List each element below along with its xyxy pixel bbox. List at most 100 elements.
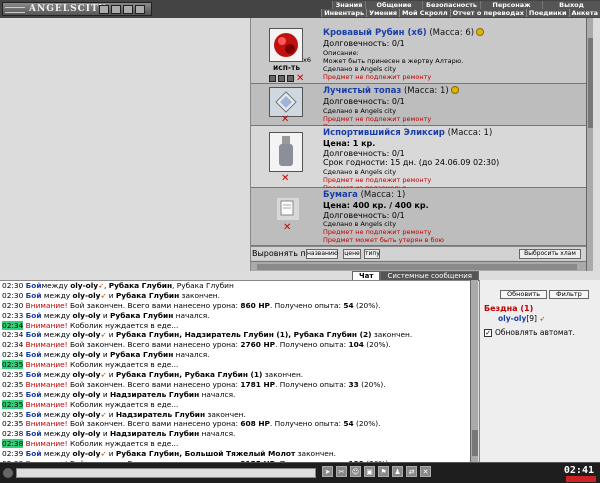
chat-highlight[interactable]: 54 [343,419,353,428]
scrollbar-thumb[interactable] [472,430,478,456]
chat-timestamp[interactable]: 02:35 [2,360,24,370]
scrollbar-thumb[interactable] [257,264,577,270]
filter-button[interactable]: Фильтр [549,290,589,299]
chat-timestamp[interactable]: 02:30 [2,281,23,290]
clear-icon[interactable]: ✂ [336,466,347,477]
submenu-duels[interactable]: Поединки [525,9,569,17]
filter-icon[interactable]: ⚑ [378,466,389,477]
chat-timestamp[interactable]: 02:33 [2,311,23,320]
chat-timestamp[interactable]: 02:35 [2,399,24,409]
menu-communication[interactable]: Общение [365,1,422,9]
delete-icon[interactable]: ✕ [283,222,291,233]
chat-highlight[interactable]: Рубака Глубин, Надзиратель Глубин (1), Р… [116,330,372,339]
chat-timestamp[interactable]: 02:34 [2,340,23,349]
sort-by-name-button[interactable]: названию [306,249,338,259]
player-name[interactable]: oly-oly [498,314,526,323]
delete-icon[interactable]: ✕ [281,173,289,184]
item-name[interactable]: Бумага [323,190,358,200]
chat-highlight[interactable]: Рубака Глубин [110,311,173,320]
chat-highlight[interactable]: Рубака Глубин [109,281,172,290]
smiley-icon[interactable] [3,468,13,478]
chat-highlight[interactable]: oly-oly [73,311,101,320]
chat-highlight[interactable]: 104 [348,340,363,349]
delete-icon[interactable]: ✕ [281,114,289,125]
chat-timestamp[interactable]: 02:39 [2,449,23,458]
people-icon[interactable]: ♟ [392,466,403,477]
chat-timestamp[interactable]: 02:38 [2,439,24,449]
item-name[interactable]: Кровавый Рубин (x6) [323,28,427,38]
sound-icon[interactable] [111,5,121,14]
action-icon[interactable] [278,75,285,82]
item-image[interactable] [269,132,303,172]
discard-junk-button[interactable]: Выбросить хлам [519,249,581,259]
player-entry[interactable]: oly-oly[9] ➶ [498,314,545,323]
chat-highlight[interactable]: oly-oly [73,410,101,419]
item-name[interactable]: Лучистый топаз [323,86,401,96]
submenu-inventory[interactable]: Инвентарь [321,9,367,17]
trade-icon[interactable]: ⇄ [406,466,417,477]
item-name[interactable]: Испортившийся Эликсир [323,128,445,138]
submenu-my-scroll[interactable]: Мой Скролл [399,9,450,17]
smile-icon[interactable]: ☺ [350,466,361,477]
chat-timestamp[interactable]: 02:35 [2,380,23,389]
chat-timestamp[interactable]: 02:38 [2,429,23,438]
chat-highlight[interactable]: 860 HP [240,301,270,310]
chat-scrollbar[interactable] [470,280,478,462]
use-button[interactable]: исп-ть [273,63,300,72]
vertical-scrollbar[interactable] [586,18,593,271]
chat-highlight[interactable]: oly-oly [73,330,101,339]
chat-highlight[interactable]: Рубака Глубин, Рубака Глубин (1) [116,370,263,379]
save-icon[interactable]: ▣ [364,466,375,477]
chat-highlight[interactable]: Надзиратель Глубин [116,410,205,419]
submenu-transfers[interactable]: Отчет о переводах [449,9,526,17]
chat-highlight[interactable]: oly-oly [73,370,101,379]
chat-timestamp[interactable]: 02:35 [2,390,23,399]
submenu-skills[interactable]: Умения [366,9,400,17]
horizontal-scrollbar[interactable] [251,261,587,271]
item-image[interactable] [269,87,303,117]
close-icon[interactable]: ✕ [420,466,431,477]
chat-timestamp[interactable]: 02:35 [2,410,23,419]
scrollbar-thumb[interactable] [588,38,593,128]
chat-timestamp[interactable]: 02:34 [2,330,23,339]
chat-highlight[interactable]: oly-oly [70,281,98,290]
send-icon[interactable]: ➤ [322,466,333,477]
menu-exit[interactable]: Выход [542,1,600,9]
chat-highlight[interactable]: oly-oly [73,291,101,300]
chat-highlight[interactable]: oly-oly [73,429,101,438]
sort-by-type-button[interactable]: типу [364,249,380,259]
chat-highlight[interactable]: Надзиратель Глубин [110,390,199,399]
sort-by-price-button[interactable]: цене [343,249,361,259]
chat-timestamp[interactable]: 02:35 [2,419,23,428]
chat-highlight[interactable]: Рубака Глубин [110,350,173,359]
chat-highlight[interactable]: 33 [348,380,358,389]
chat-timestamp[interactable]: 02:34 [2,350,23,359]
menu-security[interactable]: Безопасность [422,1,480,9]
chat-input[interactable] [16,468,316,478]
refresh-button[interactable]: Обновить [500,290,548,299]
item-image[interactable] [269,28,303,62]
chat-highlight[interactable]: Рубака Глубин [116,291,179,300]
item-image[interactable] [277,198,299,220]
chat-timestamp[interactable]: 02:30 [2,291,23,300]
chat-highlight[interactable]: 608 HP [240,419,270,428]
settings-icon[interactable] [123,5,133,14]
action-icon[interactable] [287,75,294,82]
chat-highlight[interactable]: Надзиратель Глубин [110,429,199,438]
chat-timestamp[interactable]: 02:34 [2,320,24,330]
window-icon[interactable] [99,5,109,14]
chat-highlight[interactable]: 54 [343,301,353,310]
chat-highlight[interactable]: 1781 HP [240,380,275,389]
chat-timestamp[interactable]: 02:35 [2,370,23,379]
auto-update-checkbox[interactable]: ✓ [484,328,492,337]
chat-highlight[interactable]: oly-oly [73,449,101,458]
action-icon[interactable] [269,75,276,82]
chat-highlight[interactable]: Рубака Глубин, Большой Тяжелый Молот [116,449,295,458]
chat-highlight[interactable]: oly-oly [73,390,101,399]
submenu-profile[interactable]: Анкета [568,9,600,17]
chat-highlight[interactable]: 2760 HP [240,340,275,349]
help-icon[interactable] [135,5,145,14]
menu-character[interactable]: Персонаж [480,1,542,9]
chat-timestamp[interactable]: 02:30 [2,301,23,310]
delete-icon[interactable]: ✕ [296,73,304,84]
